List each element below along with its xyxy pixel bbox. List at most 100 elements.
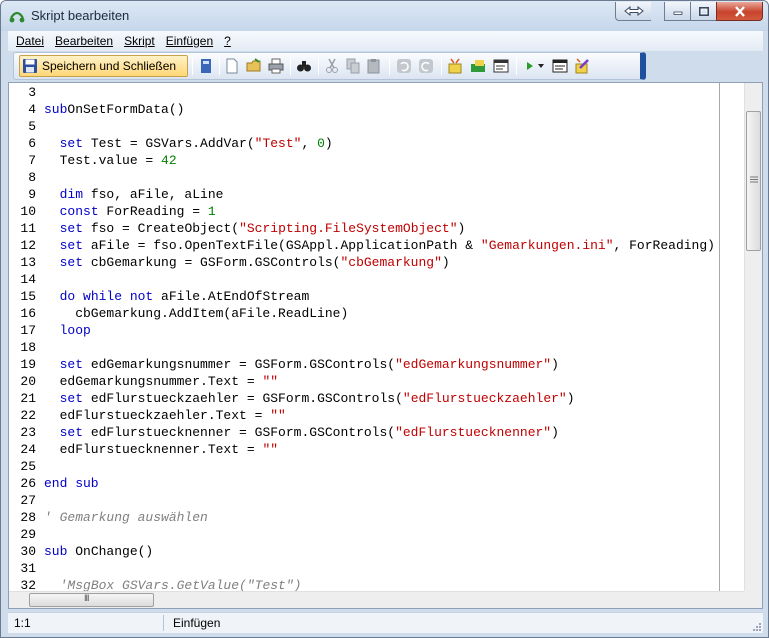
minimize-button[interactable] xyxy=(664,2,690,21)
keyword-token: set xyxy=(59,238,91,253)
copy-button[interactable] xyxy=(344,57,362,75)
line-number: 25 xyxy=(20,459,36,474)
code-line: set Test = GSVars.AddVar("Test", 0) xyxy=(44,135,333,152)
find-icon xyxy=(297,61,311,72)
code-area[interactable]: subOnSetFormData() set Test = GSVars.Add… xyxy=(44,83,744,591)
string-token: "edFlurstueckzaehler" xyxy=(402,391,567,406)
edit-script-button[interactable] xyxy=(573,57,591,75)
code-line: 'MsgBox GSVars.GetValue("Test") xyxy=(44,577,302,591)
minimize-icon xyxy=(673,11,682,15)
number-token: 0 xyxy=(317,136,325,151)
line-number: 15 xyxy=(20,289,36,304)
code-token: aFile = fso.OpenTextFile(GSAppl.Applicat… xyxy=(90,238,481,253)
new-button[interactable] xyxy=(223,57,241,75)
book-button[interactable] xyxy=(197,57,215,75)
code-token: fso, aFile, aLine xyxy=(83,187,224,202)
title-bar[interactable]: Skript bearbeiten xyxy=(1,1,768,31)
code-line: set aFile = fso.OpenTextFile(GSAppl.Appl… xyxy=(44,237,715,254)
cut-button[interactable] xyxy=(323,57,341,75)
line-number: 29 xyxy=(20,527,36,542)
keyword-token: end sub xyxy=(44,476,99,491)
code-token: Test = GSVars.AddVar( xyxy=(90,136,255,151)
vertical-scrollbar[interactable] xyxy=(744,83,762,591)
save-and-close-button[interactable]: Speichern und Schließen xyxy=(19,55,188,77)
resize-button[interactable] xyxy=(615,2,651,21)
line-number: 20 xyxy=(20,374,36,389)
keyword-token: const xyxy=(59,204,107,219)
toolbar: Speichern und Schließen xyxy=(13,52,646,80)
redo-button[interactable] xyxy=(417,57,435,75)
close-button[interactable] xyxy=(716,2,763,21)
code-line: loop xyxy=(44,322,91,339)
horizontal-scroll-thumb[interactable]: III xyxy=(29,593,154,607)
code-line: cbGemarkung.AddItem(aFile.ReadLine) xyxy=(44,305,348,322)
insert-variable-button[interactable] xyxy=(446,57,464,75)
menu-skript[interactable]: Skript xyxy=(124,34,155,48)
code-token: ) xyxy=(551,425,559,440)
run-dropdown-button[interactable] xyxy=(536,57,546,75)
string-token: "" xyxy=(262,374,279,389)
menu-bearbeiten[interactable]: Bearbeiten xyxy=(55,34,113,48)
insert-variable-icon xyxy=(448,58,462,74)
keyword-token: dim xyxy=(59,187,84,202)
maximize-button[interactable] xyxy=(690,2,716,21)
keyword-token: set xyxy=(59,221,91,236)
toolbar-separator xyxy=(441,58,442,75)
code-token: edFlurstuecknenner.Text = xyxy=(44,442,263,457)
code-token: , xyxy=(301,136,318,151)
edit-script-icon xyxy=(575,58,589,74)
vertical-scroll-thumb[interactable] xyxy=(746,111,761,251)
right-margin-guide xyxy=(719,83,720,591)
code-line: dim fso, aFile, aLine xyxy=(44,186,224,203)
line-number: 7 xyxy=(28,153,36,168)
line-number: 22 xyxy=(20,408,36,423)
toolbar-separator xyxy=(192,58,193,75)
horizontal-scrollbar[interactable]: III xyxy=(9,591,744,608)
code-token: cbGemarkung.AddItem(aFile.ReadLine) xyxy=(44,306,349,321)
code-token: ForReading = xyxy=(106,204,208,219)
code-token: edGemarkungsnummer.Text = xyxy=(44,374,263,389)
string-token: "edGemarkungsnummer" xyxy=(395,357,552,372)
find-button[interactable] xyxy=(295,57,313,75)
code-token: ) xyxy=(324,136,333,151)
string-token: "edFlurstuecknenner" xyxy=(395,425,552,440)
line-number: 17 xyxy=(20,323,36,338)
toolbar-separator xyxy=(290,58,291,75)
line-number: 24 xyxy=(20,442,36,457)
open-button[interactable] xyxy=(245,57,263,75)
line-number: 18 xyxy=(20,340,36,355)
script-editor-window: Skript bearbeiten Datei Bearbeiten Skrip… xyxy=(0,0,769,638)
console-icon xyxy=(552,59,568,73)
open-folder-icon xyxy=(246,58,261,72)
undo-button[interactable] xyxy=(395,57,413,75)
book-icon xyxy=(201,59,211,73)
menu-einfuegen[interactable]: Einfügen xyxy=(166,34,213,48)
resize-grip-icon[interactable] xyxy=(751,621,761,631)
paste-button[interactable] xyxy=(365,57,383,75)
line-number: 21 xyxy=(20,391,36,406)
scroll-corner xyxy=(744,591,762,608)
code-editor[interactable]: 3 4 5 6 7 8 9 10 11 12 13 14 15 16 17 18 19 20 21 22 23 24 25 2… xyxy=(8,82,763,609)
insert-object-button[interactable] xyxy=(469,57,487,75)
keyword-token: do while not xyxy=(59,289,162,304)
print-button[interactable] xyxy=(267,57,285,75)
app-icon xyxy=(9,11,25,23)
undo-icon xyxy=(397,59,411,73)
console-button[interactable] xyxy=(551,57,569,75)
floppy-disk-icon xyxy=(23,59,37,73)
line-number: 19 xyxy=(20,357,36,372)
line-number: 16 xyxy=(20,306,36,321)
copy-icon xyxy=(346,58,360,74)
new-document-icon xyxy=(226,58,238,74)
keyword-token: set xyxy=(59,136,91,151)
menu-datei[interactable]: Datei xyxy=(16,34,44,48)
menu-help[interactable]: ? xyxy=(224,34,231,48)
code-token: edFlurstueckzaehler = GSForm.GSControls( xyxy=(90,391,403,406)
insert-form-button[interactable] xyxy=(492,57,510,75)
line-number: 12 xyxy=(20,238,36,253)
